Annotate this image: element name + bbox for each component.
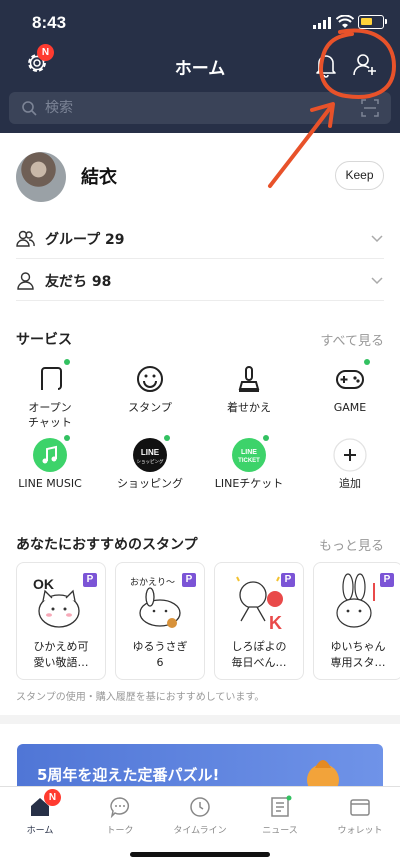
groups-label: グループ 29 — [45, 232, 125, 248]
cellular-signal-icon — [313, 17, 331, 29]
ticket-logo-subtext: TICKET — [238, 458, 260, 464]
new-dot — [364, 359, 370, 365]
smiley-icon — [137, 366, 163, 392]
nav-bar: N ホーム — [0, 44, 400, 88]
premium-badge: P — [380, 573, 394, 587]
tab-news[interactable]: ニュース — [240, 795, 320, 836]
home-badge: N — [44, 789, 61, 806]
groups-row[interactable]: グループ 29 — [16, 217, 384, 259]
sticker-card[interactable]: おかえり〜 P ゆるうさぎ 6 — [115, 562, 205, 680]
status-bar: 8:43 — [0, 0, 400, 44]
bell-icon[interactable] — [314, 52, 338, 78]
line-shopping-icon: LINE ショッピング — [133, 438, 167, 472]
tab-timeline[interactable]: タイムライン — [160, 795, 240, 836]
service-label: LINE MUSIC — [18, 477, 82, 490]
sticker-note: スタンプの使用・購入履歴を基におすすめしています。 — [16, 692, 265, 703]
service-line-music[interactable]: LINE MUSIC — [10, 435, 90, 491]
ticket-logo-text: LINE — [241, 449, 257, 456]
page-title: ホーム — [174, 59, 226, 79]
tab-label: ニュース — [262, 826, 298, 836]
keep-button[interactable]: Keep — [335, 161, 384, 190]
line-ticket-icon: LINE TICKET — [232, 438, 266, 472]
premium-badge: P — [182, 573, 196, 587]
new-dot — [164, 435, 170, 441]
profile-name: 結衣 — [81, 167, 117, 188]
tab-label: ウォレット — [337, 826, 383, 836]
group-icon — [16, 230, 35, 247]
section-divider — [0, 715, 400, 724]
service-stamp[interactable]: スタンプ — [110, 362, 190, 415]
music-icon — [33, 438, 67, 472]
chat-icon — [110, 797, 129, 819]
service-label: ショッピング — [117, 477, 183, 490]
open-chat-icon — [41, 367, 62, 390]
brush-icon — [238, 366, 260, 392]
service-label: オープン チャット — [28, 401, 72, 429]
service-label: GAME — [333, 401, 367, 414]
service-ticket[interactable]: LINE TICKET LINEチケット — [209, 435, 289, 491]
search-bar[interactable] — [9, 92, 391, 124]
service-open-chat[interactable]: オープン チャット — [10, 359, 90, 430]
service-label: 着せかえ — [227, 401, 271, 414]
search-input[interactable] — [45, 92, 345, 124]
profile-section[interactable]: 結衣 Keep — [0, 133, 400, 221]
chevron-down-icon — [371, 277, 383, 285]
tab-label: ホーム — [26, 826, 54, 836]
sticker-title: ひかえめ可 愛い敬語… — [33, 640, 89, 669]
friends-row[interactable]: 友だち 98 — [16, 259, 384, 301]
tab-home[interactable]: N ホーム — [0, 789, 80, 836]
shopping-logo-text: LINE — [141, 448, 160, 457]
new-dot — [64, 359, 70, 365]
sticker-card[interactable]: P ゆいちゃん 専用スタ… — [313, 562, 400, 680]
shopping-logo-subtext: ショッピング — [137, 458, 164, 465]
stickers-title: あなたにおすすめのスタンプ — [16, 537, 198, 553]
services-title: サービス — [16, 332, 72, 348]
stickers-more-link[interactable]: もっと見る — [319, 535, 384, 554]
gamepad-icon — [336, 370, 364, 389]
premium-badge: P — [83, 573, 97, 587]
banner-text: 5周年を迎えた定番パズル! — [37, 766, 220, 784]
add-friend-icon[interactable] — [352, 52, 378, 78]
wifi-icon — [336, 15, 354, 28]
service-label: 追加 — [339, 477, 361, 490]
header: 8:43 N ホーム — [0, 0, 400, 133]
service-game[interactable]: GAME — [310, 359, 390, 415]
new-dot — [263, 435, 269, 441]
tab-wallet[interactable]: ウォレット — [320, 795, 400, 836]
services-see-all-link[interactable]: すべて見る — [320, 330, 384, 349]
tab-label: トーク — [106, 826, 134, 836]
new-dot — [64, 435, 70, 441]
qr-scan-icon[interactable] — [361, 99, 379, 117]
clock-icon — [190, 797, 210, 817]
sticker-title: しろぽよの 毎日べん… — [231, 640, 287, 669]
battery-icon — [358, 15, 387, 29]
service-shopping[interactable]: LINE ショッピング ショッピング — [110, 435, 190, 491]
service-theme[interactable]: 着せかえ — [209, 362, 289, 415]
service-label: LINEチケット — [214, 477, 284, 490]
news-icon — [271, 795, 292, 817]
svg-text:おかえり〜: おかえり〜 — [130, 577, 175, 588]
sticker-title: ゆいちゃん 専用スタ… — [330, 640, 386, 669]
svg-text:K: K — [269, 613, 282, 633]
chevron-down-icon — [371, 235, 383, 243]
service-label: スタンプ — [128, 401, 172, 414]
person-icon — [17, 272, 34, 290]
search-icon — [22, 101, 37, 116]
tab-label: タイムライン — [173, 826, 227, 836]
tab-talk[interactable]: トーク — [80, 795, 160, 836]
svg-text:OK: OK — [33, 576, 54, 592]
status-time: 8:43 — [32, 13, 67, 32]
service-add[interactable]: 追加 — [310, 438, 390, 491]
plus-icon — [333, 438, 367, 472]
premium-badge: P — [281, 573, 295, 587]
friends-label: 友だち 98 — [45, 274, 112, 290]
sticker-card[interactable]: OK P ひかえめ可 愛い敬語… — [16, 562, 106, 680]
home-indicator — [130, 852, 270, 857]
wallet-icon — [350, 799, 370, 816]
sticker-card[interactable]: K P しろぽよの 毎日べん… — [214, 562, 304, 680]
sticker-title: ゆるうさぎ 6 — [132, 640, 188, 669]
avatar[interactable] — [16, 152, 66, 202]
